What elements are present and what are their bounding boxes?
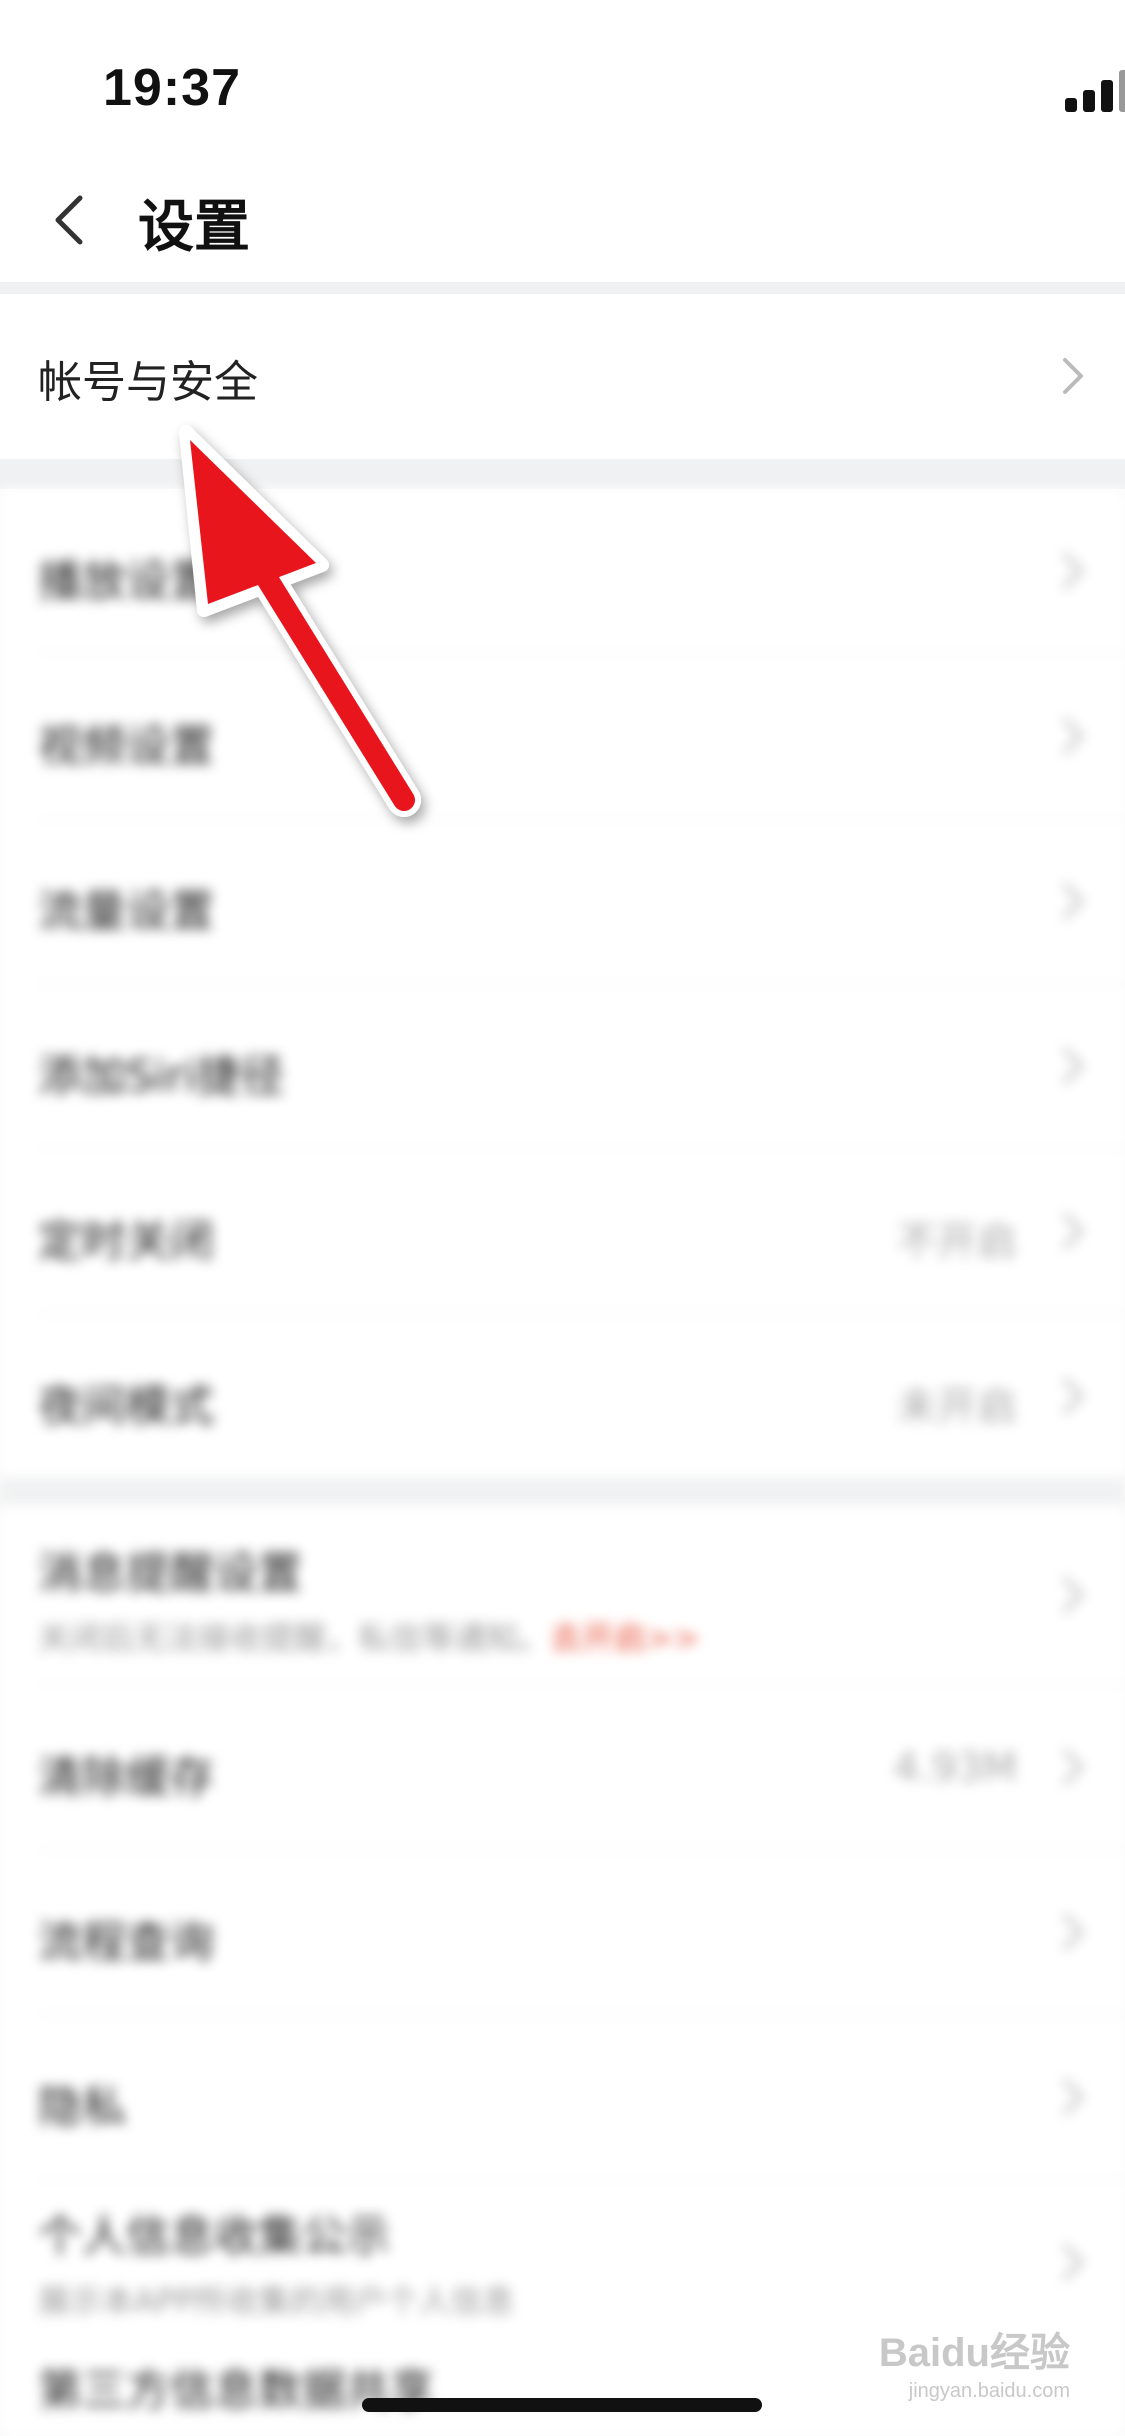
chevron-right-icon [1063,718,1084,754]
settings-item[interactable]: 流程查询 [0,1850,1125,2015]
settings-item[interactable]: 定时关闭 不开启 [0,1149,1125,1314]
chevron-right-icon [1063,553,1084,589]
subtitle-text: 关闭后无法接收提醒，私信等通知。 [38,1619,551,1657]
settings-item-label: 流程查询 [38,1917,214,1968]
settings-item-value: 未开启 [897,1384,1017,1430]
settings-item[interactable]: 视频设置 [0,654,1125,819]
settings-item-account-security[interactable]: 帐号与安全 [0,294,1125,459]
settings-item[interactable]: 清除缓存 4.93M [0,1685,1125,1850]
settings-item[interactable]: 夜间模式 未开启 [0,1314,1125,1479]
settings-item-subtitle: 展示本APP所收集的用户个人信息 [38,2282,515,2320]
status-bar: 19:37 [0,0,1125,160]
settings-item-label: 视频设置 [38,721,214,772]
settings-item-subtitle: 关闭后无法接收提醒，私信等通知。去开启>> [38,1613,700,1659]
home-indicator [362,2398,762,2412]
settings-item[interactable]: 添加Siri捷径 [0,984,1125,1149]
settings-item-label: 帐号与安全 [38,357,258,408]
nav-header: 设置 [0,160,1125,282]
chevron-right-icon [1063,1577,1084,1613]
settings-item[interactable]: 隐私 [0,2015,1125,2180]
settings-item-label: 播放设置 [38,556,214,607]
section-gap [0,459,1125,489]
chevron-right-icon [1063,1378,1084,1414]
settings-item-label: 清除缓存 [38,1752,214,1803]
chevron-right-icon [1063,1048,1084,1084]
signal-icon [1065,68,1125,112]
settings-item-label: 隐私 [38,2082,126,2133]
page-title: 设置 [138,195,250,260]
enable-link[interactable]: 去开启>> [550,1619,700,1657]
settings-item-value: 4.93M [893,1745,1017,1791]
settings-item[interactable]: 消息提醒设置 关闭后无法接收提醒，私信等通知。去开启>> [0,1507,1125,1685]
settings-item-label: 流量设置 [38,886,214,937]
status-time: 19:37 [103,59,241,117]
chevron-right-icon [1063,1914,1084,1950]
settings-item-label: 个人信息收集公示 [38,2211,390,2262]
watermark-brand: Baidu经验 [878,2331,1070,2375]
baidu-jingyan-watermark: Baidu经验 jingyan.baidu.com [879,2320,1070,2403]
settings-screen: 19:37 设置 帐号与安全 播放设置 视频设置 流量设置 添加Siri捷径 定… [0,0,1125,2436]
settings-item[interactable]: 播放设置 [0,489,1125,654]
chevron-left-icon[interactable] [48,190,88,250]
chevron-right-icon [1063,2079,1084,2115]
watermark-url: jingyan.baidu.com [908,2380,1070,2402]
chevron-right-icon [1063,1749,1084,1785]
chevron-right-icon [1063,358,1083,394]
settings-item-label: 夜间模式 [38,1381,214,1432]
settings-item[interactable]: 流量设置 [0,819,1125,984]
section-gap [0,1479,1125,1507]
chevron-right-icon [1063,2244,1084,2280]
settings-item-value: 不开启 [897,1219,1017,1265]
chevron-right-icon [1063,1213,1084,1249]
settings-item-label: 消息提醒设置 [38,1548,302,1599]
chevron-right-icon [1063,883,1084,919]
settings-item-label: 添加Siri捷径 [38,1051,285,1102]
settings-item-label: 定时关闭 [38,1216,214,1267]
section-gap [0,282,1125,294]
